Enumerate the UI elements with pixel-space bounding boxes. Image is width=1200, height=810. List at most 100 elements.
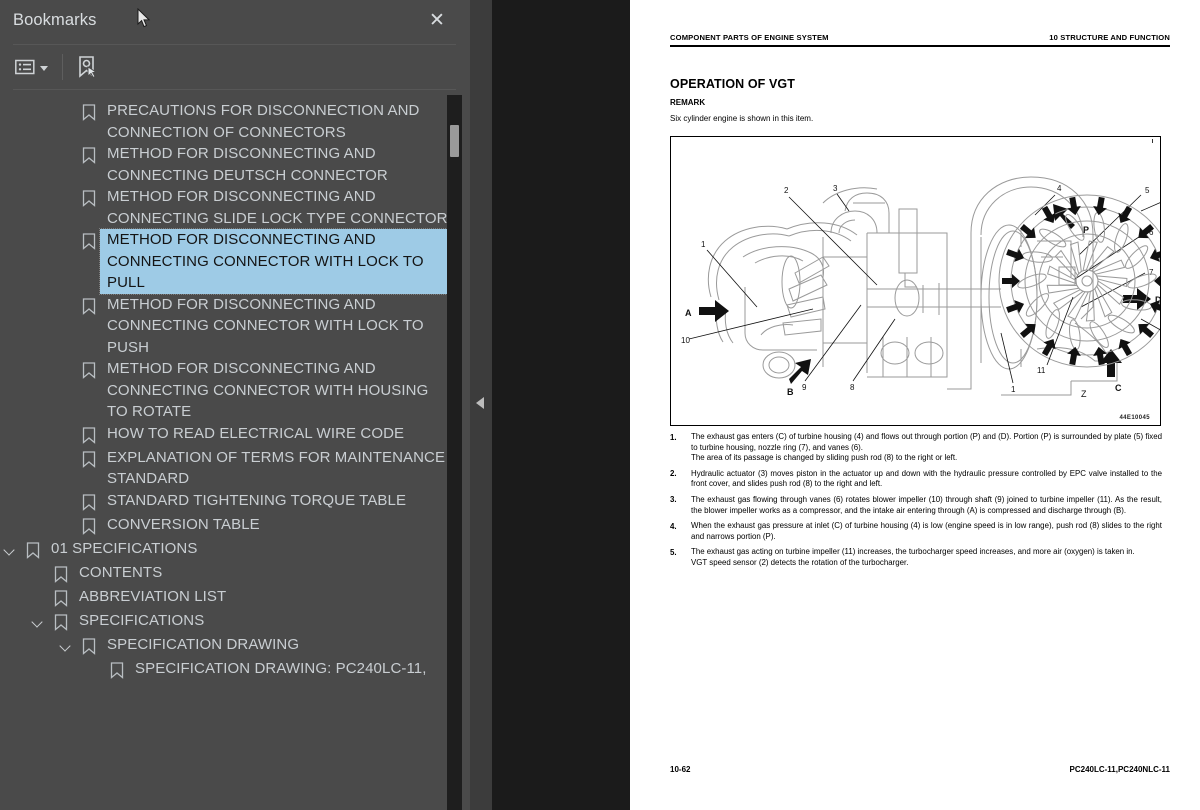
bookmark-item[interactable]: EXPLANATION OF TERMS FOR MAINTENANCE STA… [0,447,455,490]
step-text-line: The exhaust gas enters (C) of turbine ho… [691,432,1162,452]
bookmark-label: STANDARD TIGHTENING TORQUE TABLE [107,491,407,509]
svg-text:3: 3 [833,184,838,193]
svg-text:2: 2 [784,186,789,195]
bookmarks-scrollbar-thumb[interactable] [450,125,459,157]
bookmark-item[interactable]: SPECIFICATION DRAWING: PC240LC-11, [0,658,455,682]
bookmark-label: METHOD FOR DISCONNECTING AND CONNECTING … [107,295,424,356]
svg-text:8: 8 [850,383,855,392]
step-text: The exhaust gas flowing through vanes (6… [691,495,1162,516]
chevron-down-icon[interactable] [40,66,48,71]
step-text: When the exhaust gas pressure at inlet (… [691,521,1162,542]
bookmark-icon [78,143,100,167]
bookmark-item[interactable]: METHOD FOR DISCONNECTING AND CONNECTING … [0,294,455,359]
svg-text:7: 7 [1149,268,1154,277]
bookmark-item[interactable]: PRECAUTIONS FOR DISCONNECTION AND CONNEC… [0,100,455,143]
bookmark-label: 01 SPECIFICATIONS [51,539,198,557]
remark-text: Six cylinder engine is shown in this ite… [670,114,814,123]
collapse-left-arrow-icon[interactable] [476,397,484,409]
bookmark-icon [78,447,100,471]
bookmark-icon [78,423,100,447]
svg-text:C: C [1115,383,1122,393]
bookmark-label: METHOD FOR DISCONNECTING AND CONNECTING … [107,360,429,420]
bookmark-icon [78,294,100,318]
bookmark-label: SPECIFICATION DRAWING: PC240LC-11, [135,659,427,677]
bookmarks-tree: PRECAUTIONS FOR DISCONNECTION AND CONNEC… [0,95,470,810]
bookmark-icon [78,186,100,210]
step-number: 4. [670,521,677,531]
page-number: 10-62 [670,765,691,774]
header-left-text: COMPONENT PARTS OF ENGINE SYSTEM [670,33,829,42]
page-running-header: COMPONENT PARTS OF ENGINE SYSTEM 10 STRU… [670,33,1170,53]
header-rule [670,45,1170,47]
chevron-down-icon[interactable] [28,610,50,634]
close-icon[interactable]: ✕ [426,10,448,32]
step-text-line: The exhaust gas flowing through vanes (6… [691,494,1162,515]
numbered-step: 4. When the exhaust gas pressure at inlet… [670,521,1162,542]
new-bookmark-icon[interactable] [74,54,100,80]
step-number: 5. [670,547,677,557]
step-text-line: When the exhaust gas pressure at inlet (… [691,521,1162,541]
panel-divider [13,89,456,90]
bookmark-item[interactable]: METHOD FOR DISCONNECTING AND CONNECTING … [0,228,456,295]
bookmarks-scrollbar[interactable] [447,95,462,810]
numbered-step: 1. The exhaust gas enters (C) of turbine … [670,432,1162,464]
bookmark-icon [22,538,44,562]
numbered-step: 2. Hydraulic actuator (3) moves piston in… [670,469,1162,490]
remark-label: REMARK [670,98,706,107]
step-text-line: Hydraulic actuator (3) moves piston in t… [691,468,1162,489]
section-title: OPERATION OF VGT [670,77,795,91]
svg-text:B: B [787,387,794,397]
bookmarks-panel: Bookmarks ✕ PRECAUTIONS FOR DISCONNECTIO… [0,0,470,810]
step-text: The exhaust gas enters (C) of turbine ho… [691,432,1162,464]
bookmark-icon [78,514,100,538]
bookmark-item[interactable]: CONTENTS [0,562,455,586]
viewer-gutter [470,0,630,810]
svg-text:A: A [685,308,692,318]
bookmark-icon [78,358,100,382]
turbocharger-cutaway-figure: 1 2 3 4 5 6 7 10 9 8 1 A B C P 11 Z 44E1… [670,136,1161,426]
chevron-down-icon[interactable] [56,634,78,658]
bookmark-icon [78,100,100,124]
bookmark-item[interactable]: METHOD FOR DISCONNECTING AND CONNECTING … [0,186,455,229]
bookmark-item[interactable]: METHOD FOR DISCONNECTING AND CONNECTING … [0,143,455,186]
bookmark-item[interactable]: HOW TO READ ELECTRICAL WIRE CODE [0,423,455,447]
bookmark-item[interactable]: CONVERSION TABLE [0,514,455,538]
bookmark-label: HOW TO READ ELECTRICAL WIRE CODE [107,424,405,442]
chevron-down-icon[interactable] [0,538,22,562]
bookmark-label: SPECIFICATIONS [79,611,205,629]
svg-text:P: P [1083,225,1089,235]
bookmark-item[interactable]: SPECIFICATIONS [0,610,455,634]
toolbar-separator [62,54,63,80]
bookmark-item[interactable]: STANDARD TIGHTENING TORQUE TABLE [0,490,455,514]
list-options-icon[interactable] [15,55,53,79]
bookmark-item[interactable]: 01 SPECIFICATIONS [0,538,455,562]
bookmark-label: SPECIFICATION DRAWING [107,635,300,653]
bookmarks-toolbar [0,45,470,89]
bookmark-item[interactable]: ABBREVIATION LIST [0,586,455,610]
svg-text:10: 10 [681,336,690,345]
figure-corner-tick [1152,139,1153,143]
svg-text:11: 11 [1037,366,1046,375]
bookmark-label: EXPLANATION OF TERMS FOR MAINTENANCE STA… [107,448,446,488]
bookmark-label: CONVERSION TABLE [107,515,260,533]
bookmark-label: METHOD FOR DISCONNECTING AND CONNECTING … [99,228,456,295]
svg-text:5: 5 [1145,186,1150,195]
step-text-line: The exhaust gas acting on turbine impell… [691,547,1135,557]
panel-splitter[interactable] [470,0,492,810]
bookmark-icon [78,229,100,253]
bookmark-item[interactable]: SPECIFICATION DRAWING [0,634,455,658]
step-text-line: The area of its passage is changed by sl… [691,453,958,463]
bookmark-label: CONTENTS [79,563,163,581]
step-text: Hydraulic actuator (3) moves piston in t… [691,469,1162,490]
figure-id-code: 44E10045 [1119,415,1150,421]
bookmark-item[interactable]: METHOD FOR DISCONNECTING AND CONNECTING … [0,358,455,423]
